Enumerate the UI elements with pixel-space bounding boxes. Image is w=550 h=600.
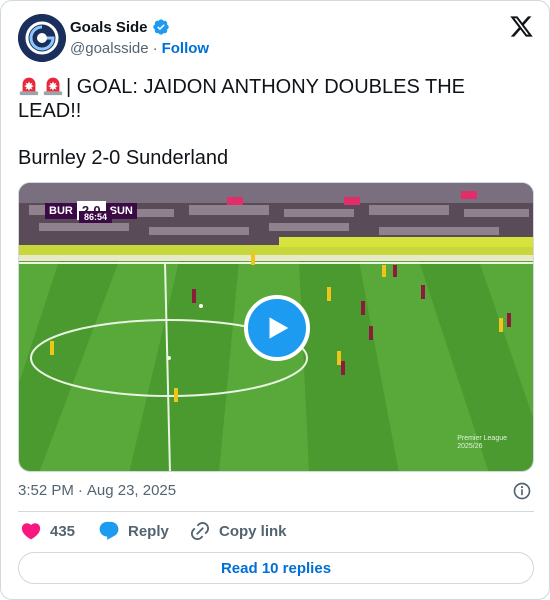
tweet-text: | GOAL: JAIDON ANTHONY DOUBLES THE LEAD!…: [18, 74, 533, 123]
timestamp-separator: ·: [77, 482, 83, 499]
play-button[interactable]: [244, 295, 310, 361]
scorebug-clock: 86:54: [79, 211, 113, 223]
tweet-text-line1: | GOAL: JAIDON ANTHONY DOUBLES THE LEAD!…: [18, 76, 465, 122]
video-player[interactable]: BUR 2-0 SUN 86:54 Premier League 2025/26: [18, 182, 534, 472]
like-button[interactable]: 435: [20, 520, 75, 542]
heart-icon: [21, 523, 41, 540]
watermark-line1: Premier League: [457, 435, 507, 442]
reply-button[interactable]: Reply: [98, 520, 169, 542]
copy-link-label: Copy link: [219, 522, 287, 540]
author-handle[interactable]: @goalsside: [70, 40, 149, 57]
author-name[interactable]: Goals Side: [70, 19, 148, 36]
scorebug-home: BUR: [45, 202, 77, 219]
tweet-date: Aug 23, 2025: [86, 482, 177, 499]
broadcast-watermark: Premier League 2025/26: [457, 435, 507, 451]
follow-button[interactable]: Follow: [162, 40, 210, 57]
siren-icon: [43, 77, 63, 96]
author-avatar[interactable]: [18, 14, 66, 62]
watermark-line2: 2025/26: [457, 443, 483, 450]
reply-label: Reply: [128, 522, 169, 540]
verified-badge-icon: [152, 19, 169, 35]
play-icon: [269, 317, 289, 339]
tweet-card: Goals Side @goalsside · Follow | GOAL: J…: [0, 0, 550, 600]
tweet-timestamp[interactable]: 3:52 PM · Aug 23, 2025: [18, 482, 176, 499]
divider: [18, 511, 534, 512]
author-handle-row: @goalsside · Follow: [70, 40, 209, 57]
handle-separator: ·: [152, 40, 158, 57]
reply-bubble-icon: [99, 521, 119, 540]
goals-side-logo: [18, 14, 66, 62]
siren-icon: [19, 77, 39, 96]
info-icon[interactable]: [512, 481, 532, 501]
x-logo-icon[interactable]: [509, 14, 534, 39]
link-icon: [190, 521, 210, 541]
read-replies-button[interactable]: Read 10 replies: [18, 552, 534, 584]
tweet-text-line2: Burnley 2-0 Sunderland: [18, 147, 229, 169]
copy-link-button[interactable]: Copy link: [189, 520, 287, 542]
like-count: 435: [50, 522, 76, 540]
tweet-time: 3:52 PM: [18, 482, 74, 499]
author-name-row: Goals Side: [70, 18, 170, 36]
